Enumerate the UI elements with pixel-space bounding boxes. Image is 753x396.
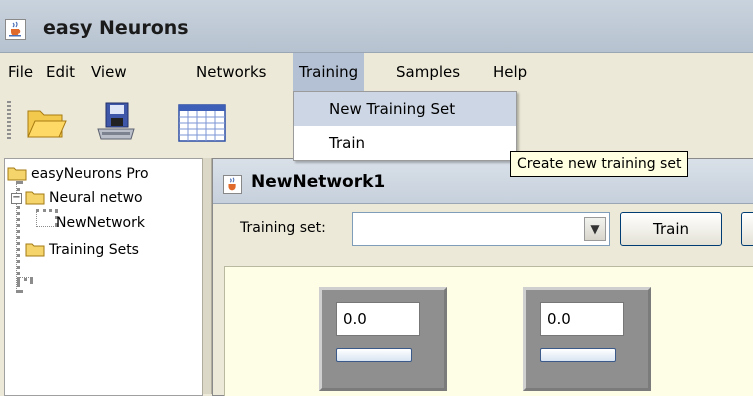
tree-root-label: easyNeurons Pro: [31, 166, 149, 182]
tree-neural-networks[interactable]: Neural netwo: [25, 187, 143, 209]
menu-item-train[interactable]: Train: [294, 126, 516, 160]
menu-training[interactable]: Training: [293, 53, 365, 91]
java-cup-icon: [223, 175, 242, 194]
tree-network-leaf-label: NewNetwork: [56, 215, 145, 231]
chevron-down-icon[interactable]: ▼: [584, 217, 606, 241]
tree-guide: [36, 209, 58, 227]
grid-table-icon[interactable]: [176, 99, 228, 143]
save-disk-icon[interactable]: [94, 99, 138, 143]
java-cup-icon: [5, 19, 26, 40]
neuron[interactable]: 0.0: [319, 287, 447, 391]
menu-item-new-training-set[interactable]: New Training Set: [294, 92, 516, 126]
tree-training-sets[interactable]: Training Sets: [25, 239, 139, 261]
open-folder-icon[interactable]: [24, 99, 68, 143]
menu-edit[interactable]: Edit: [40, 53, 81, 91]
tree-root[interactable]: easyNeurons Pro: [7, 163, 149, 185]
tree-network-leaf[interactable]: NewNetwork: [56, 212, 145, 234]
training-menu-popup: New Training Set Train: [293, 91, 517, 161]
frame-title: NewNetwork1: [251, 172, 386, 192]
neuron[interactable]: 0.0: [523, 287, 651, 391]
train-button[interactable]: Train: [620, 212, 722, 246]
title-bar: easy Neurons: [0, 0, 753, 53]
next-button[interactable]: [741, 212, 753, 246]
training-set-label: Training set:: [240, 220, 326, 236]
tooltip: Create new training set: [510, 151, 689, 177]
toolbar-grip[interactable]: [7, 101, 11, 141]
collapse-icon[interactable]: −: [11, 193, 22, 204]
menu-bar: File Edit View Networks Training Samples…: [0, 53, 753, 91]
menu-file[interactable]: File: [2, 53, 39, 91]
folder-icon: [7, 167, 27, 181]
menu-networks[interactable]: Networks: [190, 53, 272, 91]
neuron-value: 0.0: [336, 302, 420, 336]
menu-help[interactable]: Help: [487, 53, 533, 91]
split-pane-divider[interactable]: [202, 158, 212, 394]
neuron-activation-bar: [336, 348, 412, 362]
menu-view[interactable]: View: [85, 53, 133, 91]
project-tree[interactable]: easyNeurons Pro − Neural netwo NewNetwor…: [4, 158, 203, 396]
window-title: easy Neurons: [43, 17, 189, 39]
neuron-value: 0.0: [540, 302, 624, 336]
folder-icon: [25, 191, 45, 205]
network-frame: NewNetwork1 Training set: ▼ Train 0.0 0.…: [212, 158, 753, 396]
tree-guide: [17, 277, 33, 281]
folder-icon: [25, 243, 45, 257]
network-canvas[interactable]: 0.0 0.0: [224, 266, 753, 396]
menu-samples[interactable]: Samples: [390, 53, 466, 91]
neuron-activation-bar: [540, 348, 616, 362]
tree-training-sets-label: Training Sets: [49, 242, 139, 258]
training-set-combo[interactable]: [352, 212, 610, 246]
tree-neural-networks-label: Neural netwo: [49, 190, 143, 206]
